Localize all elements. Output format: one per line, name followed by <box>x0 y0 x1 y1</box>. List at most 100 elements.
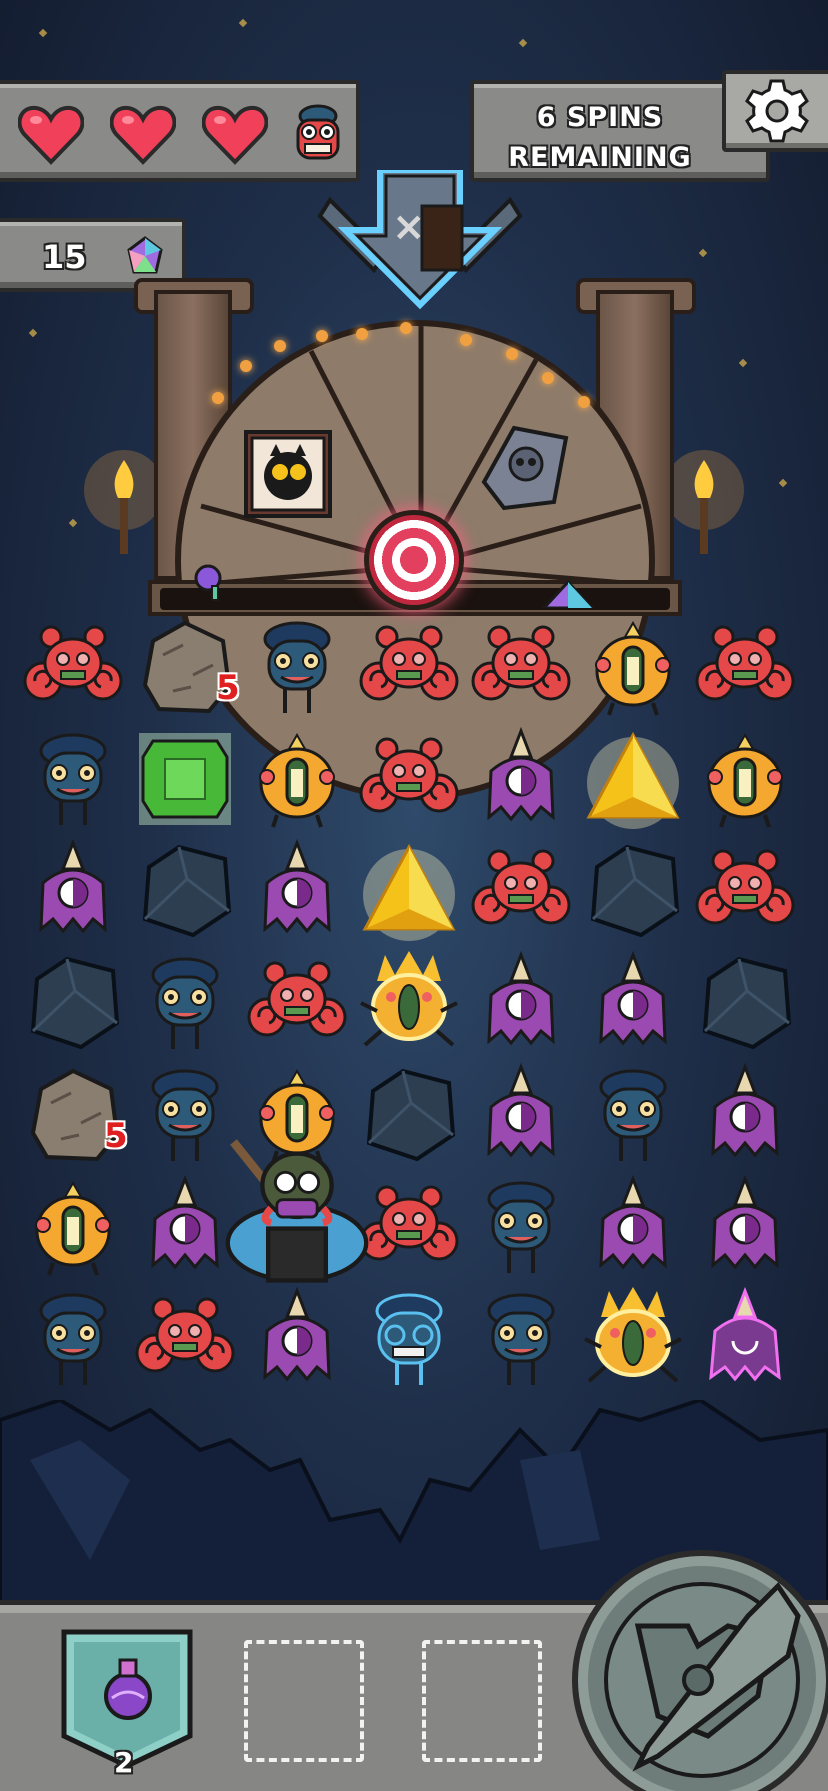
board-tile-fish-monster[interactable] <box>578 1060 688 1170</box>
light-bulb <box>212 392 224 404</box>
board-tile-player-hero[interactable] <box>222 1139 372 1292</box>
crab-monster-icon <box>359 1185 459 1261</box>
squid-monster-icon <box>263 838 331 934</box>
player-avatar-icon <box>296 104 340 160</box>
board-tile-crab-monster[interactable] <box>690 612 800 722</box>
board-tile-squid-monster[interactable] <box>466 948 576 1058</box>
heart-icon <box>110 105 176 165</box>
board-tile-fish-monster[interactable] <box>466 1284 576 1394</box>
board-tile-squid-monster[interactable] <box>690 1060 800 1170</box>
board-tile-bug-monster[interactable] <box>242 724 352 834</box>
empty-item-slot[interactable] <box>422 1640 542 1762</box>
board-tile-bug-monster[interactable] <box>18 1172 128 1282</box>
board-tile-stone-block[interactable] <box>18 948 128 1058</box>
bug-monster-icon <box>259 732 335 828</box>
fish-monster-icon <box>39 1293 107 1385</box>
bug-monster-icon <box>35 1180 111 1276</box>
spins-remaining-label: 6 SPINS REMAINING <box>474 98 726 178</box>
squid-monster-icon <box>487 1062 555 1158</box>
light-bulb <box>240 360 252 372</box>
fish-monster-icon <box>151 957 219 1049</box>
fish-monster-icon <box>487 1181 555 1273</box>
crab-monster-icon <box>135 1297 235 1373</box>
board-tile-crab-monster[interactable] <box>18 612 128 722</box>
heart-icon <box>18 105 84 165</box>
board-tile-squid-monster-outlined[interactable] <box>690 1284 800 1394</box>
bug-monster-icon <box>595 620 671 716</box>
match-board: 55 <box>18 612 810 1412</box>
crab-monster-icon <box>695 625 795 701</box>
board-tile-fish-monster[interactable] <box>18 1284 128 1394</box>
squid-monster-icon <box>39 838 107 934</box>
crab-monster-icon <box>23 625 123 701</box>
board-tile-fire-bug-monster[interactable] <box>578 1284 688 1394</box>
light-bulb <box>578 396 590 408</box>
board-tile-bug-monster[interactable] <box>690 724 800 834</box>
board-tile-squid-monster[interactable] <box>578 948 688 1058</box>
board-tile-squid-monster[interactable] <box>690 1172 800 1282</box>
light-bulb <box>542 372 554 384</box>
board-tile-squid-monster[interactable] <box>466 1060 576 1170</box>
board-tile-stone-block[interactable] <box>578 836 688 946</box>
board-tile-fish-monster[interactable] <box>130 948 240 1058</box>
sword-shield-icon <box>604 1582 801 1778</box>
attack-button[interactable] <box>572 1550 828 1791</box>
fire-bug-monster-icon <box>360 951 458 1047</box>
squid-monster-icon <box>487 950 555 1046</box>
board-tile-crab-monster[interactable] <box>466 836 576 946</box>
squid-monster-icon <box>711 1174 779 1270</box>
fish-monster-icon <box>263 621 331 713</box>
gem-reward-icon <box>541 579 595 608</box>
fish-monster-icon <box>599 1069 667 1161</box>
board-tile-squid-monster[interactable] <box>578 1172 688 1282</box>
rock-hit-counter: 5 <box>104 1116 128 1156</box>
squid-monster-icon <box>599 950 667 1046</box>
crab-monster-icon <box>695 849 795 925</box>
board-tile-squid-monster[interactable] <box>18 836 128 946</box>
board-tile-fish-monster-outlined[interactable] <box>354 1284 464 1394</box>
green-gem-icon <box>139 733 231 825</box>
board-tile-fish-monster[interactable] <box>466 1172 576 1282</box>
stone-tablet-icon <box>481 425 569 511</box>
crab-monster-icon <box>359 625 459 701</box>
player-hero-icon <box>225 1139 369 1283</box>
light-bulb <box>316 330 328 342</box>
board-tile-gold-gem[interactable] <box>578 724 688 834</box>
board-tile-crab-monster[interactable] <box>242 948 352 1058</box>
board-tile-green-gem[interactable] <box>130 724 240 834</box>
spin-target-button[interactable] <box>364 510 464 610</box>
crab-monster-icon <box>471 849 571 925</box>
board-tile-bug-monster[interactable] <box>578 612 688 722</box>
spin-wheel: × <box>130 170 700 800</box>
board-tile-squid-monster[interactable] <box>466 724 576 834</box>
board-tile-crab-monster[interactable] <box>130 1284 240 1394</box>
light-bulb <box>274 340 286 352</box>
board-tile-fire-bug-monster[interactable] <box>354 948 464 1058</box>
lives-panel <box>0 80 360 182</box>
crab-monster-icon <box>471 625 571 701</box>
board-tile-stone-block[interactable] <box>130 836 240 946</box>
crab-monster-icon <box>247 961 347 1037</box>
rock-hit-counter: 5 <box>216 668 240 708</box>
light-bulb <box>506 348 518 360</box>
board-tile-squid-monster[interactable] <box>242 836 352 946</box>
squid-monster-outlined-icon <box>709 1286 781 1382</box>
settings-button[interactable] <box>722 70 828 152</box>
fish-monster-icon <box>39 733 107 825</box>
board-tile-crab-monster[interactable] <box>354 612 464 722</box>
potion-count: 2 <box>114 1746 134 1779</box>
gold-gem-icon <box>362 843 456 941</box>
empty-item-slot[interactable] <box>244 1640 364 1762</box>
stone-block-icon <box>30 956 120 1050</box>
board-tile-stone-block[interactable] <box>690 948 800 1058</box>
board-tile-fish-monster[interactable] <box>242 612 352 722</box>
svg-text:×: × <box>392 204 426 250</box>
potion-key-icon <box>194 564 222 601</box>
board-tile-squid-monster[interactable] <box>242 1284 352 1394</box>
board-tile-fish-monster[interactable] <box>18 724 128 834</box>
board-tile-crab-monster[interactable] <box>354 724 464 834</box>
board-tile-gold-gem[interactable] <box>354 836 464 946</box>
fire-bug-monster-icon <box>584 1287 682 1383</box>
board-tile-crab-monster[interactable] <box>466 612 576 722</box>
board-tile-crab-monster[interactable] <box>690 836 800 946</box>
